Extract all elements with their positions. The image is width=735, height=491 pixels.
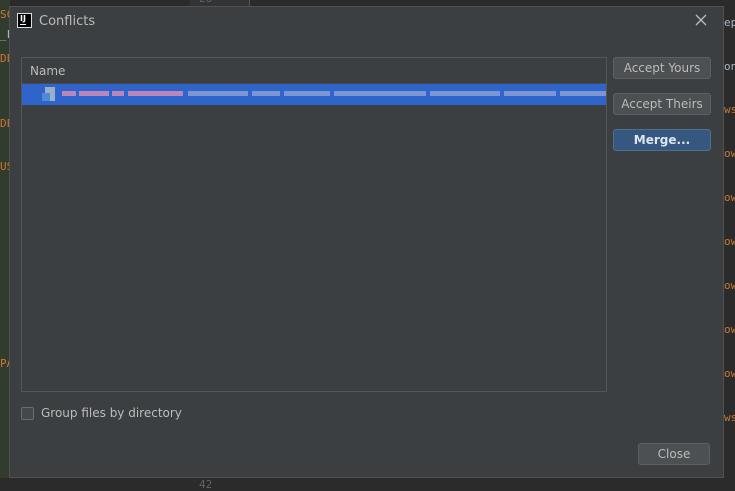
close-button[interactable]: Close: [638, 443, 710, 465]
bg-code-fragment: ws: [724, 411, 735, 424]
file-type-icon: [42, 86, 58, 102]
bg-code-fragment: ow: [724, 235, 735, 248]
close-icon[interactable]: [692, 11, 710, 29]
bg-code-fragment: ow: [724, 191, 735, 204]
table-header: Name: [22, 58, 606, 84]
merge-button[interactable]: Merge...: [613, 129, 711, 151]
bg-line-number: 26: [199, 0, 212, 5]
accept-theirs-button[interactable]: Accept Theirs: [613, 93, 711, 115]
bg-line-number: 42: [199, 478, 213, 491]
bg-code-fragment: ow: [724, 279, 735, 292]
group-files-checkbox[interactable]: [21, 407, 34, 420]
file-name: ████████████: [62, 89, 183, 98]
table-row[interactable]: ████████████ ███████████████████████████…: [22, 84, 606, 105]
bg-code-fragment: ep: [724, 16, 735, 29]
conflicts-table[interactable]: Name ████████████ ██████████████████████…: [21, 57, 607, 392]
bg-code-fragment: ow: [724, 367, 735, 380]
bg-code-fragment: ow: [724, 147, 735, 160]
bg-code-fragment: ow: [724, 323, 735, 336]
bg-code-fragment: ws: [724, 103, 735, 116]
accept-yours-button[interactable]: Accept Yours: [613, 57, 711, 79]
conflicts-dialog: IJ Conflicts Name ████████████ ████████: [9, 6, 724, 478]
ide-editor-background-bottom: [0, 478, 735, 486]
dialog-title: Conflicts: [39, 14, 96, 29]
intellij-logo-icon: IJ: [17, 13, 32, 28]
file-path: ████████████████████████████████████████: [188, 89, 606, 98]
group-files-label[interactable]: Group files by directory: [41, 406, 182, 420]
dialog-titlebar[interactable]: IJ Conflicts: [10, 7, 723, 37]
column-header-name[interactable]: Name: [30, 64, 65, 78]
bg-code-fragment: on: [724, 60, 735, 73]
